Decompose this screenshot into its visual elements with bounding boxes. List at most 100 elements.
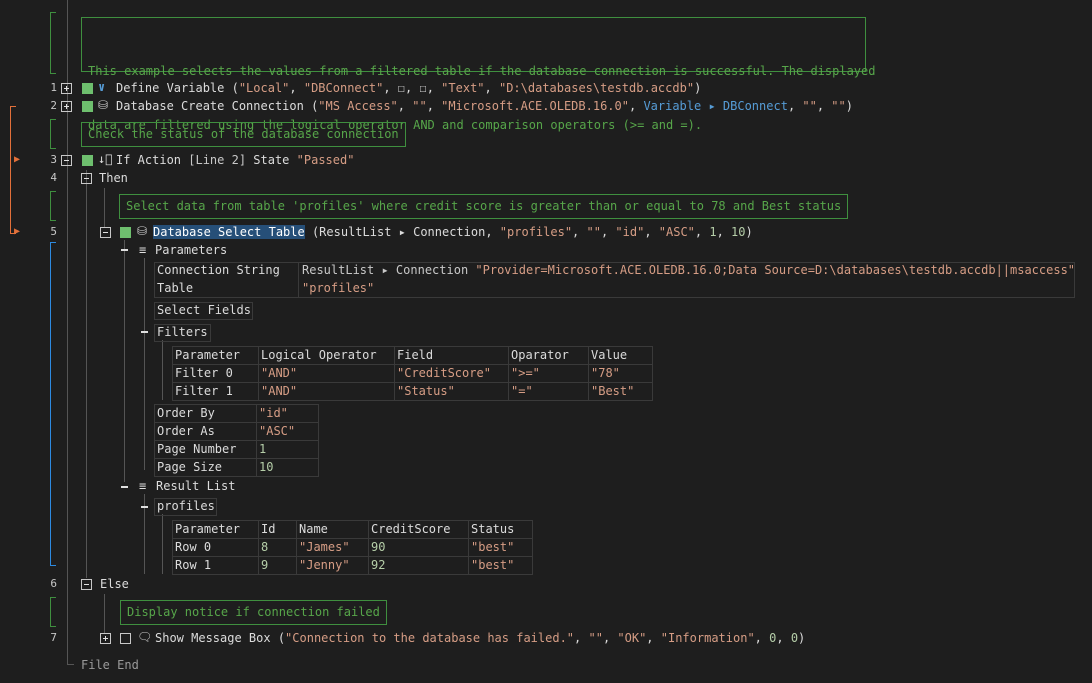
token: State <box>253 153 297 167</box>
breakpoint-marker-line5[interactable]: ▶ <box>14 226 20 237</box>
token: [Line 2] <box>181 153 254 167</box>
column-header: Status <box>468 520 533 539</box>
token: , <box>694 225 710 239</box>
token: "" <box>802 99 817 113</box>
column-header: Name <box>296 520 369 539</box>
order-table: Order By "id" Order As "ASC" Page Number 1 Pag… <box>154 404 319 477</box>
table-cell[interactable]: "CreditScore" <box>394 364 509 383</box>
enabled-checkbox[interactable] <box>82 83 93 94</box>
collapse-icon[interactable] <box>61 155 72 166</box>
param-value[interactable]: "ASC" <box>256 422 319 441</box>
token: "OK" <box>617 631 647 645</box>
line-4-then[interactable]: Then <box>99 171 128 185</box>
param-value[interactable]: 1 <box>256 440 319 459</box>
token: , <box>572 225 587 239</box>
table-row: Order As "ASC" <box>154 422 319 441</box>
collapse-icon[interactable] <box>121 249 128 251</box>
collapse-icon[interactable] <box>100 227 111 238</box>
token: "profiles" <box>499 225 573 239</box>
token: , <box>602 631 618 645</box>
line-number: 2 <box>50 99 57 112</box>
enabled-checkbox[interactable] <box>120 227 131 238</box>
table-cell[interactable]: "78" <box>588 364 653 383</box>
filters-table: Parameter Logical Operator Field Oparator Va… <box>172 346 653 401</box>
breakpoint-marker-line3[interactable]: ▶ <box>14 154 20 165</box>
table-cell[interactable]: "AND" <box>258 364 395 383</box>
table-row: Order By "id" <box>154 404 319 423</box>
collapse-icon[interactable] <box>141 506 148 508</box>
table-cell[interactable]: "Best" <box>588 382 653 401</box>
token: , <box>397 99 413 113</box>
column-header: Logical Operator <box>258 346 395 365</box>
param-value[interactable]: 10 <box>256 458 319 477</box>
line-5-command[interactable]: Database Select Table (ResultList ▸ Conn… <box>153 225 753 239</box>
table-cell[interactable]: Row 0 <box>172 538 259 557</box>
gutter-guide-else <box>104 594 105 634</box>
expand-icon[interactable] <box>100 633 111 644</box>
comment-bracket-intro <box>50 12 56 74</box>
table-cell[interactable]: "best" <box>468 556 533 575</box>
line-2-command[interactable]: Database Create Connection ("MS Access",… <box>116 99 853 113</box>
token: ☐ <box>419 81 427 95</box>
table-cell[interactable]: 8 <box>258 538 297 557</box>
table-cell[interactable]: "Status" <box>394 382 509 401</box>
line-number: 7 <box>50 631 57 644</box>
select-fields-node[interactable]: Select Fields <box>157 303 251 317</box>
token: ) <box>845 99 853 113</box>
table-row: Filter 1 "AND" "Status" "=" "Best" <box>172 382 653 401</box>
expand-icon[interactable] <box>61 83 72 94</box>
token: ( <box>224 81 239 95</box>
filters-node[interactable]: Filters <box>157 325 208 339</box>
gutter-guide-select <box>124 240 125 482</box>
token: ResultList ▸ Connection <box>302 263 476 277</box>
collapse-icon[interactable] <box>81 579 92 590</box>
enabled-checkbox[interactable] <box>82 155 93 166</box>
token: , <box>754 631 770 645</box>
line-1-command[interactable]: Define Variable ("Local", "DBConnect", ☐… <box>116 81 701 95</box>
token: , <box>816 99 832 113</box>
comment-check: Check the status of the database connect… <box>81 122 406 147</box>
table-row: Page Size 10 <box>154 458 319 477</box>
param-value[interactable]: "id" <box>256 404 319 423</box>
line-number: 6 <box>50 577 57 590</box>
param-value[interactable]: "profiles" <box>302 281 374 295</box>
token: , <box>426 81 442 95</box>
table-cell[interactable]: ">=" <box>508 364 589 383</box>
line-number: 4 <box>50 171 57 184</box>
database-icon: ⛁ <box>137 224 148 238</box>
param-key: Table <box>157 281 194 295</box>
table-cell[interactable]: 90 <box>368 538 469 557</box>
table-cell[interactable]: "Jenny" <box>296 556 369 575</box>
list-icon: ≡ <box>139 243 147 257</box>
disabled-checkbox[interactable] <box>120 633 131 644</box>
line-number: 1 <box>50 81 57 94</box>
expand-icon[interactable] <box>61 101 72 112</box>
profiles-node[interactable]: profiles <box>157 499 215 513</box>
table-cell[interactable]: "James" <box>296 538 369 557</box>
collapse-icon[interactable] <box>121 486 128 488</box>
table-cell[interactable]: 9 <box>258 556 297 575</box>
token: ( <box>270 631 286 645</box>
table-cell[interactable]: Filter 0 <box>172 364 259 383</box>
token: 1 <box>709 225 717 239</box>
line-7-command[interactable]: Show Message Box ("Connection to the dat… <box>155 631 805 645</box>
table-cell[interactable]: "AND" <box>258 382 395 401</box>
token: "Text" <box>441 81 485 95</box>
result-list-node[interactable]: Result List <box>156 479 235 493</box>
table-cell[interactable]: Filter 1 <box>172 382 259 401</box>
param-value[interactable]: ResultList ▸ Connection "Provider=Micros… <box>302 263 1075 277</box>
table-cell[interactable]: "best" <box>468 538 533 557</box>
table-row: Page Number 1 <box>154 440 319 459</box>
comment-bracket-select <box>50 191 56 221</box>
collapse-icon[interactable] <box>81 173 92 184</box>
table-cell[interactable]: 92 <box>368 556 469 575</box>
line-3-command[interactable]: If Action [Line 2] State "Passed" <box>116 153 354 167</box>
collapse-icon[interactable] <box>141 331 148 333</box>
token: "" <box>588 631 603 645</box>
table-cell[interactable]: Row 1 <box>172 556 259 575</box>
table-cell[interactable]: "=" <box>508 382 589 401</box>
enabled-checkbox[interactable] <box>82 101 93 112</box>
token: ( <box>303 99 319 113</box>
parameters-node[interactable]: Parameters <box>155 243 227 257</box>
line-6-else[interactable]: Else <box>100 577 129 591</box>
